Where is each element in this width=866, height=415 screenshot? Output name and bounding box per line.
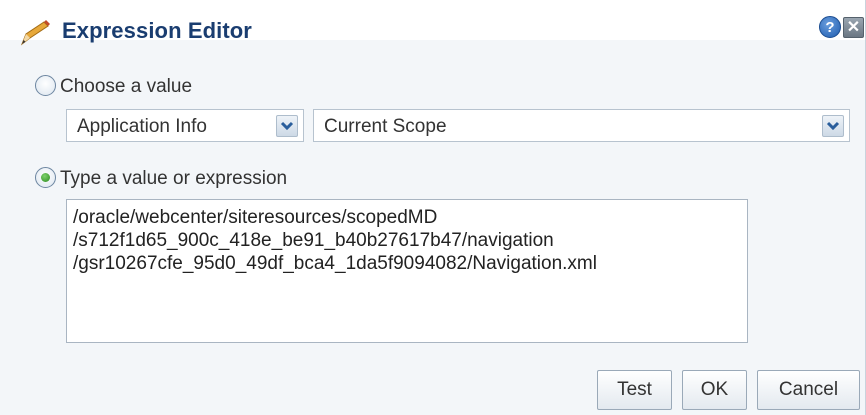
category-select[interactable]: Application Info <box>66 109 304 142</box>
close-icon[interactable]: ✕ <box>843 17 864 38</box>
choose-value-radio[interactable] <box>35 75 56 96</box>
type-value-radio[interactable] <box>35 167 56 188</box>
category-select-value: Application Info <box>77 116 207 137</box>
cancel-button[interactable]: Cancel <box>757 370 860 410</box>
choose-value-label: Choose a value <box>60 76 193 97</box>
test-button[interactable]: Test <box>597 370 672 410</box>
radio-selected-dot <box>41 173 50 182</box>
pencil-icon <box>18 20 52 46</box>
help-icon[interactable]: ? <box>819 16 841 38</box>
expression-editor-dialog: Expression Editor ? ✕ Choose a value App… <box>0 0 866 415</box>
expression-textarea[interactable]: /oracle/webcenter/siteresources/scopedMD… <box>66 199 748 343</box>
dialog-title: Expression Editor <box>62 18 252 43</box>
chevron-down-icon[interactable] <box>276 115 298 137</box>
expression-line: /gsr10267cfe_95d0_49df_bca4_1da5f9094082… <box>73 253 597 274</box>
expression-line: /s712f1d65_900c_418e_be91_b40b27617b47/n… <box>73 230 554 251</box>
dialog-titlebar: Expression Editor ? ✕ <box>0 0 866 60</box>
ok-button[interactable]: OK <box>682 370 747 410</box>
scope-select[interactable]: Current Scope <box>313 109 850 142</box>
chevron-down-icon[interactable] <box>822 115 844 137</box>
scope-select-value: Current Scope <box>324 116 447 137</box>
expression-line: /oracle/webcenter/siteresources/scopedMD <box>73 207 438 228</box>
type-value-label: Type a value or expression <box>60 168 288 189</box>
